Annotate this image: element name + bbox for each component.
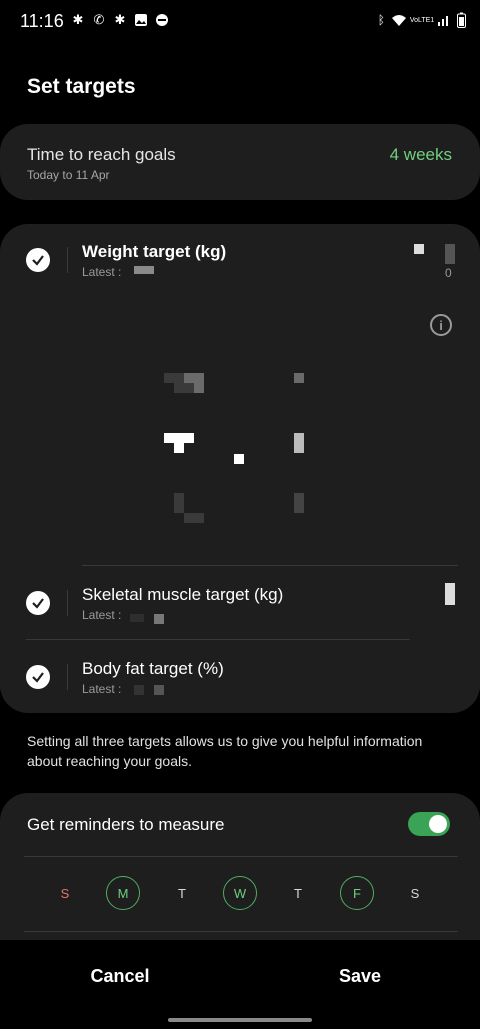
day-saturday[interactable]: S (398, 876, 432, 910)
page-title: Set targets (27, 75, 136, 98)
status-time: 11:16 (20, 11, 64, 31)
picker-digit (184, 373, 204, 383)
divider (67, 664, 68, 690)
divider (67, 247, 68, 273)
skeletal-muscle-latest-value (154, 614, 164, 624)
divider (24, 856, 458, 857)
picker-digit-selected (294, 433, 304, 453)
whatsapp-icon: ✆ (93, 12, 105, 27)
picker-digit (164, 373, 184, 383)
wifi-icon (391, 12, 407, 28)
day-sunday[interactable]: S (48, 876, 82, 910)
skeletal-muscle-latest-label: Latest : (82, 608, 122, 622)
time-range-label: Today to 11 Apr (27, 168, 110, 182)
reminders-label: Get reminders to measure (27, 815, 225, 834)
weight-value: 0 (445, 266, 452, 280)
time-to-reach-goals-label: Time to reach goals (27, 145, 176, 164)
body-fat-latest-label: Latest : (82, 682, 122, 696)
body-fat-latest-value (134, 685, 144, 695)
signal-icon (437, 12, 451, 28)
weight-target-label[interactable]: Weight target (kg) (82, 242, 226, 262)
divider (67, 590, 68, 616)
bluetooth-icon: ᛒ (377, 13, 385, 27)
skeletal-muscle-target-checkbox[interactable] (26, 591, 50, 615)
notification-icons: ✱ ✆ ✱ (70, 12, 170, 28)
picker-digit (194, 383, 204, 393)
info-icon[interactable]: i (430, 314, 452, 336)
picker-digit (294, 493, 304, 513)
day-friday[interactable]: F (340, 876, 374, 910)
day-wednesday[interactable]: W (223, 876, 257, 910)
home-indicator[interactable] (168, 1018, 312, 1022)
body-fat-target-checkbox[interactable] (26, 665, 50, 689)
divider (24, 931, 458, 932)
more-notifications-icon (154, 12, 170, 28)
day-tuesday[interactable]: T (165, 876, 199, 910)
day-monday[interactable]: M (106, 876, 140, 910)
save-button[interactable]: Save (290, 966, 430, 987)
divider (26, 639, 410, 640)
skeletal-muscle-target-label[interactable]: Skeletal muscle target (kg) (82, 585, 283, 605)
picker-digit (294, 373, 304, 383)
day-thursday[interactable]: T (281, 876, 315, 910)
body-fat-target-label[interactable]: Body fat target (%) (82, 659, 224, 679)
gallery-icon (133, 12, 149, 28)
weight-value-blur (414, 244, 424, 254)
volte-icon: VoLTE1 (409, 16, 435, 24)
weight-target-checkbox[interactable] (26, 248, 50, 272)
time-to-reach-goals-value[interactable]: 4 weeks (390, 145, 452, 165)
reminders-toggle[interactable] (408, 812, 450, 836)
weight-value-blur (445, 244, 455, 264)
targets-helper-text: Setting all three targets allows us to g… (27, 733, 423, 769)
picker-digit (174, 493, 184, 513)
skeletal-muscle-value-blur (445, 583, 455, 605)
picker-decimal-point (234, 454, 244, 464)
skeletal-muscle-latest-value (130, 614, 144, 622)
divider (82, 565, 458, 566)
system-icons: ᛒ VoLTE1 (378, 12, 466, 28)
check-icon (32, 255, 44, 266)
slack-icon: ✱ (114, 12, 126, 27)
picker-digit (174, 383, 194, 393)
check-icon (32, 672, 44, 683)
body-fat-latest-value (154, 685, 164, 695)
picker-digit (184, 513, 204, 523)
picker-digit-selected (174, 443, 184, 453)
toggle-knob (429, 815, 447, 833)
check-icon (32, 598, 44, 609)
picker-digit-selected (164, 433, 194, 443)
slack-icon: ✱ (72, 12, 84, 27)
status-bar: 11:16 ✱ ✆ ✱ ᛒ VoLTE1 (0, 0, 480, 44)
weight-latest-label: Latest : (82, 265, 122, 279)
cancel-button[interactable]: Cancel (50, 966, 190, 987)
weight-latest-value (134, 266, 154, 274)
battery-icon (457, 12, 466, 28)
